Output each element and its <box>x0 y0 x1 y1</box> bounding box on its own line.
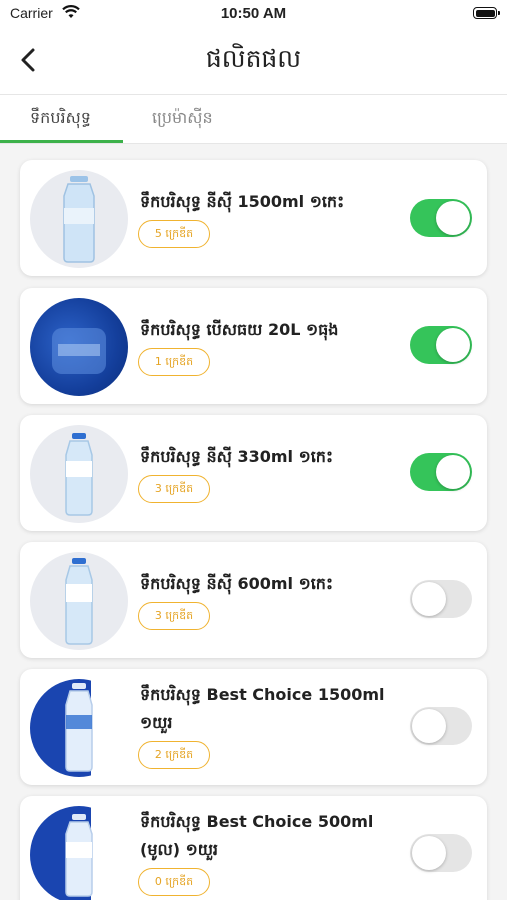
credit-badge: 3 ក្រេឌីត <box>138 602 210 630</box>
product-card[interactable]: ទឹកបរិសុទ្ធ នីស៊ី 1500ml ១កេះ 5 ក្រេឌីត <box>20 160 487 276</box>
product-image <box>30 170 128 268</box>
product-toggle[interactable] <box>410 834 472 872</box>
credit-badge: 5 ក្រេឌីត <box>138 220 210 248</box>
page-title: ផលិតផល <box>205 44 302 73</box>
navigation-bar: ផលិតផល <box>0 28 507 94</box>
product-toggle[interactable] <box>410 580 472 618</box>
product-card[interactable]: ទឹកបរិសុទ្ធ Best Choice 500ml (មូល) ១យួរ… <box>20 796 487 900</box>
product-list: ទឹកបរិសុទ្ធ នីស៊ី 1500ml ១កេះ 5 ក្រេឌីត … <box>0 144 507 900</box>
product-toggle[interactable] <box>410 453 472 491</box>
product-name: ទឹកបរិសុទ្ធ នីស៊ី 600ml ១កេះ <box>140 574 333 593</box>
product-toggle[interactable] <box>410 326 472 364</box>
product-name: ទឹកបរិសុទ្ធ បើសធយ 20L ១ធុង <box>140 320 339 339</box>
product-name: ទឹកបរិសុទ្ធ នីស៊ី 330ml ១កេះ <box>140 447 333 466</box>
product-card[interactable]: ទឹកបរិសុទ្ធ នីស៊ី 600ml ១កេះ 3 ក្រេឌីត <box>20 542 487 658</box>
toggle-knob <box>412 836 446 870</box>
toggle-knob <box>412 709 446 743</box>
tab-machine-oil[interactable]: ប្រេម៉ាស៊ីន <box>152 107 213 131</box>
product-card[interactable]: ទឹកបរិសុទ្ធ បើសធយ 20L ១ធុង 1 ក្រេឌីត <box>20 288 487 404</box>
toggle-knob <box>436 455 470 489</box>
status-bar: Carrier 10:50 AM <box>0 0 507 28</box>
product-toggle[interactable] <box>410 707 472 745</box>
product-card[interactable]: ទឹកបរិសុទ្ធ Best Choice 1500ml ១យួរ 2 ក្… <box>20 669 487 785</box>
clock: 10:50 AM <box>220 5 287 22</box>
product-image <box>30 298 128 396</box>
tab-purified-water[interactable]: ទឹកបរិសុទ្ធ <box>30 107 91 131</box>
product-image <box>30 679 128 777</box>
toggle-knob <box>436 328 470 362</box>
product-card[interactable]: ទឹកបរិសុទ្ធ នីស៊ី 330ml ១កេះ 3 ក្រេឌីត <box>20 415 487 531</box>
tab-bar: ទឹកបរិសុទ្ធ ប្រេម៉ាស៊ីន <box>0 94 507 144</box>
product-image <box>30 425 128 523</box>
credit-badge: 2 ក្រេឌីត <box>138 741 210 769</box>
toggle-knob <box>412 582 446 616</box>
toggle-knob <box>436 201 470 235</box>
credit-badge: 1 ក្រេឌីត <box>138 348 210 376</box>
credit-badge: 3 ក្រេឌីត <box>138 475 210 503</box>
product-toggle[interactable] <box>410 199 472 237</box>
credit-badge: 0 ក្រេឌីត <box>138 868 210 896</box>
battery-icon <box>473 7 500 19</box>
product-image <box>30 552 128 650</box>
product-name: ទឹកបរិសុទ្ធ Best Choice 500ml (មូល) ១យួរ <box>140 812 374 859</box>
product-name: ទឹកបរិសុទ្ធ នីស៊ី 1500ml ១កេះ <box>140 192 345 211</box>
active-tab-indicator <box>0 140 123 143</box>
product-name: ទឹកបរិសុទ្ធ Best Choice 1500ml ១យួរ <box>140 685 385 732</box>
product-image <box>30 806 128 900</box>
